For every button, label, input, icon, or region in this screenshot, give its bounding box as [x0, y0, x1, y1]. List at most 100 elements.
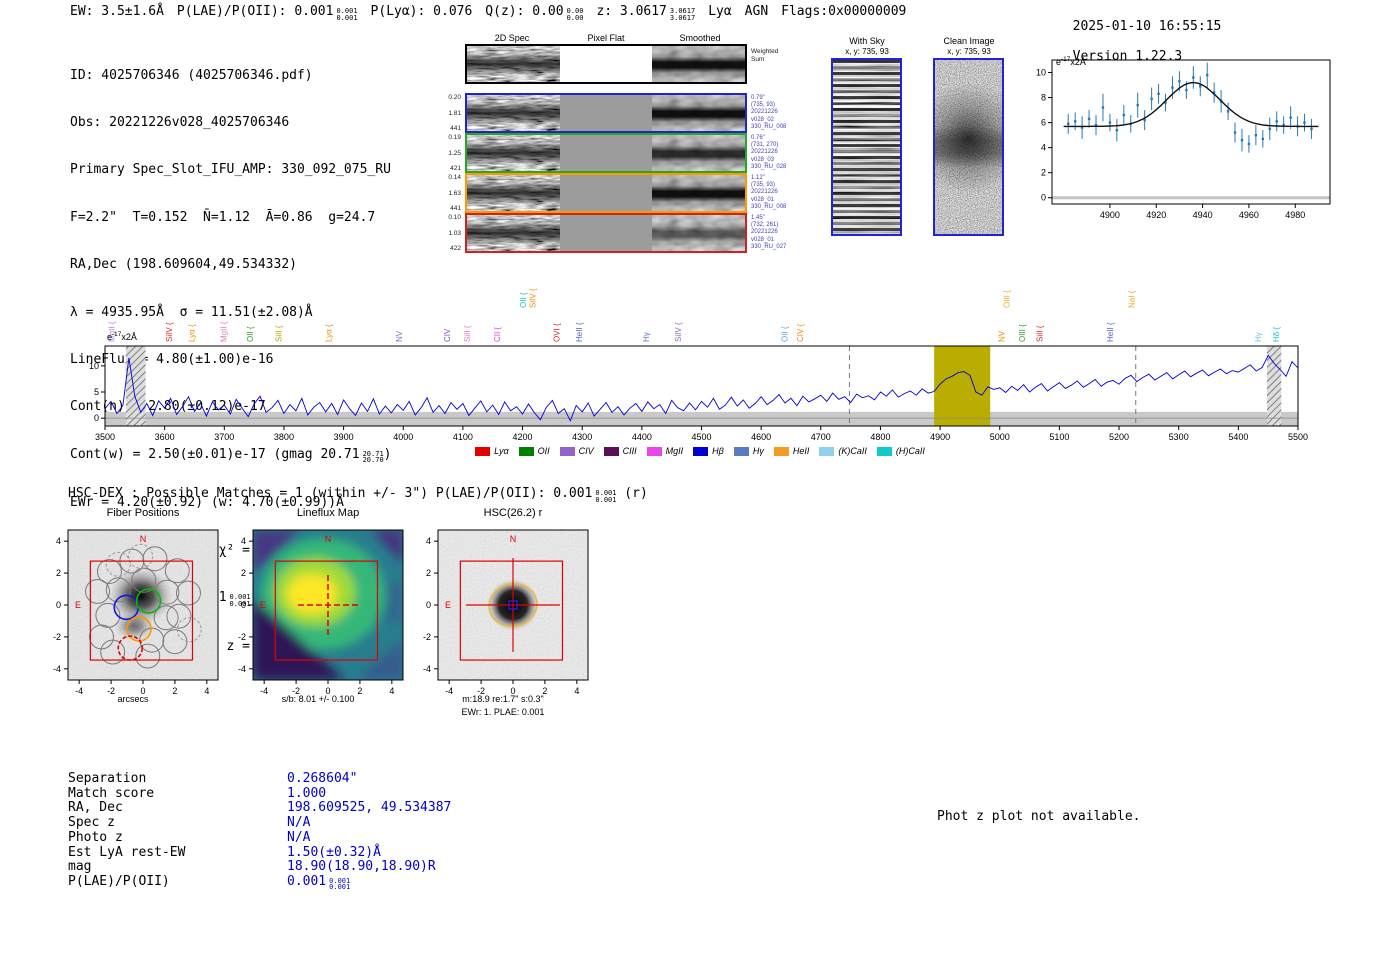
header-classification: Lyα — [708, 4, 732, 19]
svg-text:2: 2 — [241, 568, 246, 578]
svg-text:-4: -4 — [423, 664, 431, 674]
svg-text:-4: -4 — [53, 664, 61, 674]
svg-text:Hδ {: Hδ { — [1272, 327, 1281, 342]
svg-text:4960: 4960 — [1239, 210, 1259, 220]
legend-label: Hβ — [712, 446, 724, 456]
row-pixelflat-image — [559, 175, 653, 211]
svg-text:3700: 3700 — [214, 432, 234, 442]
svg-text:5500: 5500 — [1288, 432, 1308, 442]
svg-text:3800: 3800 — [274, 432, 294, 442]
svg-text:3500: 3500 — [95, 432, 115, 442]
spec2d-row-annotation: 1.12" (735, 93) 20221226 v028_01 330_RU_008 — [751, 175, 787, 210]
svg-text:E: E — [445, 600, 451, 610]
svg-text:N: N — [325, 534, 332, 544]
svg-text:HeII {: HeII { — [1106, 322, 1115, 342]
svg-text:5400: 5400 — [1228, 432, 1248, 442]
hscdex-uncertainty: 0.001 0.001 — [595, 489, 617, 504]
info-line-photometry: F=2.2" T=0.152 N̄=1.12 Ā=0.86 g=24.7 — [70, 209, 376, 225]
legend-swatch — [733, 446, 749, 456]
fiber-positions-svg: -4-4-2-2002244 NE — [53, 529, 219, 696]
svg-text:OII {: OII { — [246, 326, 255, 342]
weighted-sum-label: Weighted Sum — [751, 48, 779, 63]
clean-image — [933, 58, 1004, 236]
report-header: EW: 3.5±1.6Å P(LAE)/P(OII): 0.001 0.001 0.… — [70, 4, 906, 21]
stat-value: 421 — [450, 165, 461, 172]
svg-text:-4: -4 — [238, 664, 246, 674]
match-row: Est LyA rest-EW 1.50(±0.32)Å — [68, 844, 451, 861]
svg-text:4600: 4600 — [751, 432, 771, 442]
svg-text:4500: 4500 — [691, 432, 711, 442]
row-smoothed-image — [652, 135, 746, 171]
svg-text:4100: 4100 — [453, 432, 473, 442]
stat-value: 0.10 — [448, 214, 461, 221]
legend-swatch — [475, 446, 491, 456]
svg-text:4920: 4920 — [1146, 210, 1166, 220]
svg-text:10: 10 — [1036, 68, 1046, 78]
full-spectrum-svg: 3500 3600 3700 3800 3900 4000 4100 4200 4300 4400… — [89, 288, 1308, 442]
legend-label: (K)CaII — [838, 446, 867, 456]
legend-item: Lyα — [475, 446, 509, 456]
legend-label: MgII — [665, 446, 684, 456]
legend-label: Hγ — [752, 446, 764, 456]
match-label: Spec z — [68, 815, 115, 831]
svg-text:4800: 4800 — [870, 432, 890, 442]
svg-text:CIV {: CIV { — [796, 323, 805, 342]
svg-text:2: 2 — [1041, 168, 1046, 178]
legend-label: CIV — [578, 446, 594, 456]
hsc-cutout-svg: -4-4-2-2002244 NE — [423, 529, 589, 696]
match-row: RA, Dec 198.609525, 49.534387 — [68, 801, 451, 816]
match-value: 198.609525, 49.534387 — [287, 800, 452, 816]
stat-value: 441 — [450, 125, 461, 132]
legend-swatch — [603, 446, 619, 456]
weighted-smoothed-image — [652, 46, 746, 82]
match-value: 18.90(18.90,18.90)R — [287, 859, 436, 875]
svg-text:0: 0 — [241, 600, 246, 610]
stat-value: 1.25 — [448, 149, 461, 157]
svg-text:CII {: CII { — [493, 327, 502, 342]
row-2dspec-image — [467, 215, 560, 251]
svg-text:4: 4 — [1041, 143, 1046, 153]
legend-item: (K)CaII — [819, 446, 867, 456]
legend-item: CIII — [603, 446, 637, 456]
svg-text:0: 0 — [56, 600, 61, 610]
spec2d-row-stats: 0.10 1.03 422 — [439, 213, 461, 253]
match-value: 1.50(±0.32)Å — [287, 844, 381, 860]
stat-value: 1.81 — [448, 109, 461, 117]
svg-text:4300: 4300 — [572, 432, 592, 442]
match-label: Est LyA rest-EW — [68, 844, 186, 860]
row-pixelflat-image — [559, 95, 653, 131]
spec2d-row-stats: 0.19 1.25 421 — [439, 133, 461, 173]
line-fit-units-label: e-17x2Å — [1056, 56, 1086, 67]
hsc-caption-1: m:18.9 re:1.7" s:0.3" — [462, 694, 544, 704]
legend-label: HeII — [792, 446, 810, 456]
match-row: P(LAE)/P(OII) 0.001 0.001 0.001 — [68, 873, 451, 892]
svg-text:4: 4 — [241, 536, 246, 546]
header-plae: P(LAE)/P(OII): 0.001 0.001 0.001 — [176, 4, 358, 22]
svg-text:5200: 5200 — [1109, 432, 1129, 442]
legend-item: HeII — [773, 446, 810, 456]
svg-text:HeII {: HeII { — [575, 322, 584, 342]
svg-text:E: E — [260, 600, 266, 610]
svg-text:NaI {: NaI { — [1128, 290, 1137, 308]
spec2d-row — [465, 213, 747, 253]
hsc-dex-match-line: HSC-DEX : Possible Matches = 1 (within +… — [68, 486, 648, 504]
svg-text:0: 0 — [426, 600, 431, 610]
stat-value: 422 — [450, 245, 461, 252]
hsc-caption-2: EWr: 1. PLAE: 0.001 — [461, 707, 545, 717]
header-ew: EW: 3.5±1.6Å — [70, 4, 164, 19]
legend-swatch — [773, 446, 789, 456]
legend-item: Hβ — [693, 446, 724, 456]
spectrum-legend: Lyα OII CIV CIII MgII Hβ Hγ HeII (K)CaII (H)CaII — [100, 446, 1300, 456]
photz-note: Phot z plot not available. — [937, 809, 1141, 824]
lineflux-map-title: Lineflux Map — [296, 507, 360, 519]
svg-text:CIV: CIV — [443, 328, 452, 342]
match-row: Separation 0.268604" — [68, 771, 451, 787]
match-value: 0.001 0.001 0.001 — [287, 873, 351, 892]
svg-text:4: 4 — [426, 536, 431, 546]
svg-text:OIII {: OIII { — [1018, 324, 1027, 342]
match-row: Match score 1.000 — [68, 786, 451, 802]
fiber-xlabel: arcsecs — [117, 694, 149, 704]
legend-item: (H)CaII — [876, 446, 925, 456]
spec2d-row-annotation: 0.79" (735, 93) 20221226 v028_02 330_RU_008 — [751, 95, 787, 130]
stat-value: 0.20 — [448, 94, 461, 101]
